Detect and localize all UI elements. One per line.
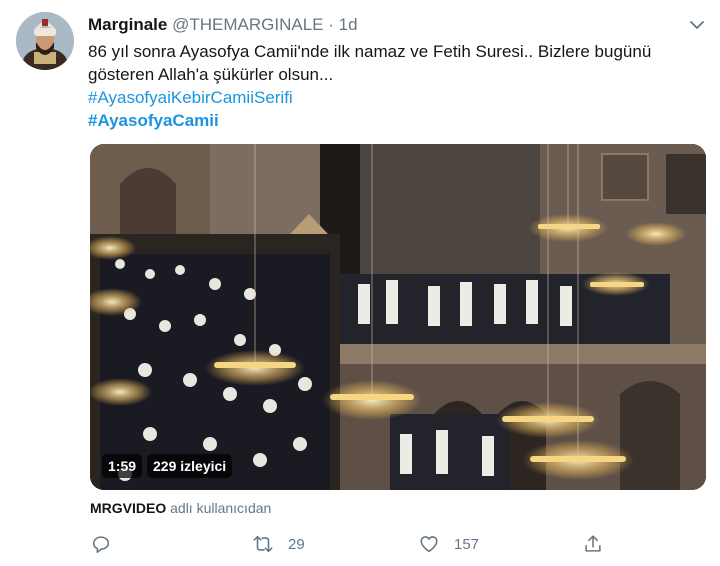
separator-dot: · [328,15,334,34]
reply-button[interactable] [90,530,112,558]
tweet-text: 86 yıl sonra Ayasofya Camii'nde ilk nama… [88,40,698,132]
like-button[interactable]: 157 [418,530,479,558]
share-icon [585,535,601,552]
retweet-icon [253,535,273,553]
video-duration-badge: 1:59 [102,454,143,478]
tweet-text-line: 86 yıl sonra Ayasofya Camii'nde ilk nama… [88,42,652,61]
reply-icon [92,536,110,554]
tweet-header: Marginale @THEMARGINALE · 1d [88,14,358,36]
attribution-suffix: adlı kullanıcıdan [170,500,272,516]
tweet-text-line: gösteren Allah'a şükürler olsun... [88,65,334,84]
share-button[interactable] [582,530,604,558]
view-count-badge: 229 izleyici [147,454,233,478]
more-options-button[interactable] [686,14,708,36]
retweet-button[interactable]: 29 [252,530,305,558]
timestamp[interactable]: 1d [339,15,358,34]
tweet[interactable]: Marginale @THEMARGINALE · 1d 86 yıl sonr… [0,0,720,566]
hashtag-link[interactable]: #AyasofyaCamii [88,109,698,132]
heart-icon [420,536,438,553]
video-attribution: MRGVIDEO adlı kullanıcıdan [90,499,271,517]
attribution-source-link[interactable]: MRGVIDEO [90,500,166,516]
video-thumbnail [90,144,706,490]
hashtag-link[interactable]: #AyasofyaiKebirCamiiSerifi [88,86,698,109]
retweet-count: 29 [288,535,305,553]
user-handle[interactable]: @THEMARGINALE [172,15,323,34]
like-count: 157 [454,535,480,553]
chevron-down-icon [690,21,704,29]
avatar[interactable] [16,12,74,70]
video-player[interactable]: 1:59 229 izleyici [90,144,706,490]
avatar-portrait-icon [16,12,74,70]
display-name[interactable]: Marginale [88,15,167,34]
tweet-actions: 29 157 [0,530,720,560]
